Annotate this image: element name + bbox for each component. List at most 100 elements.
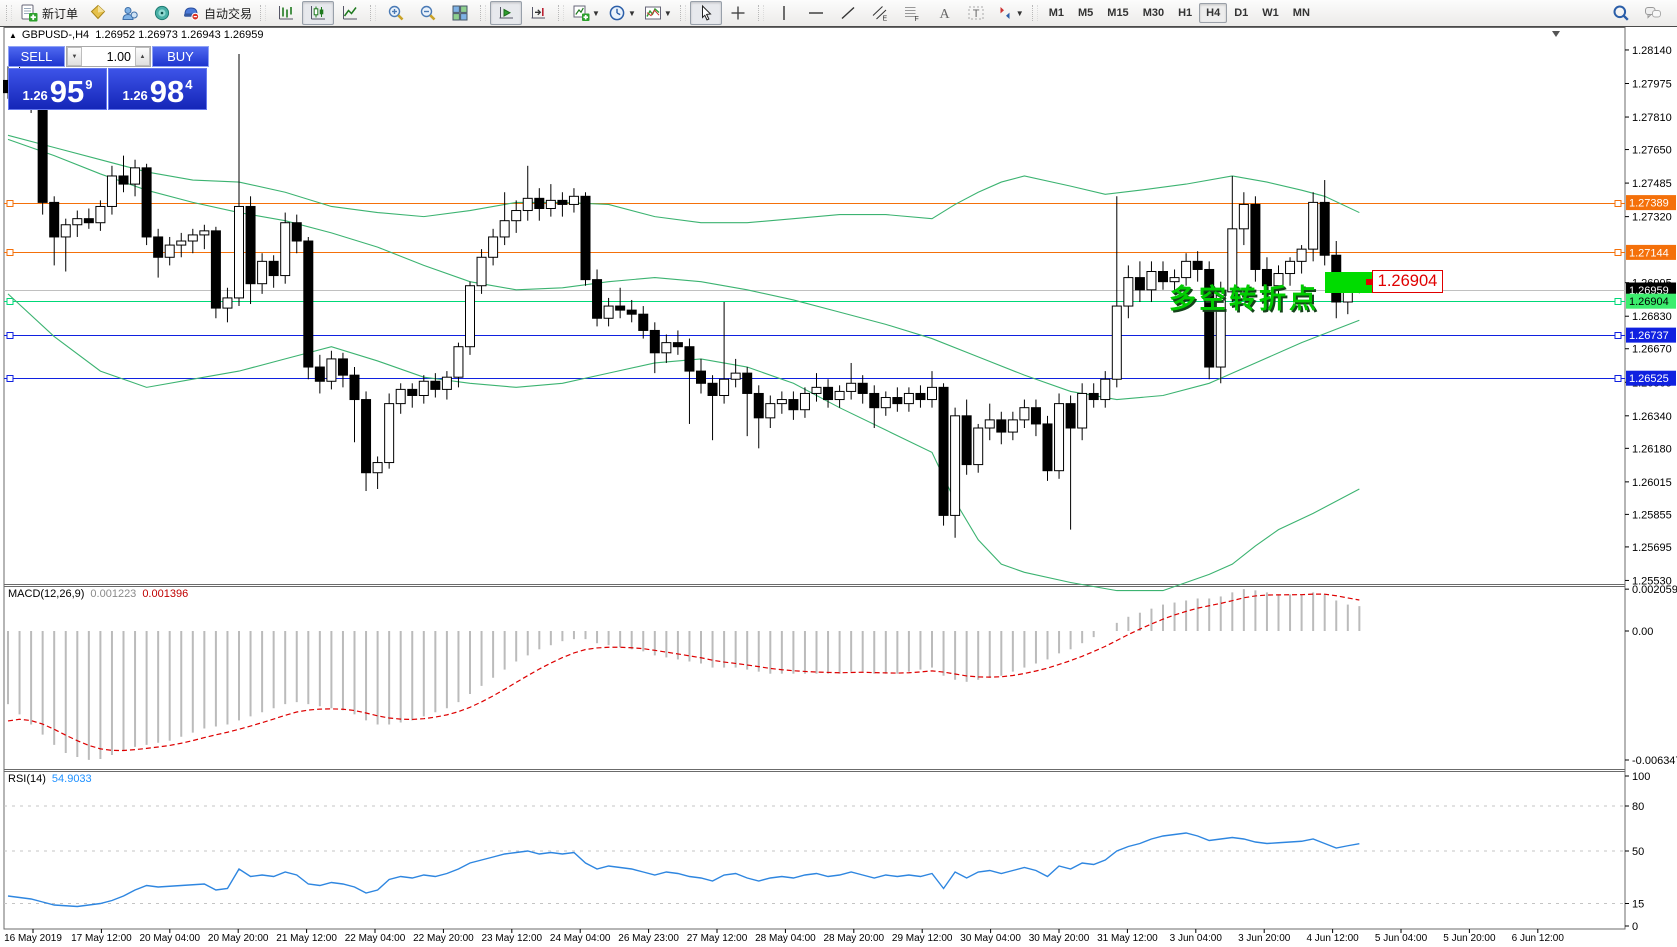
sell-price-pip: 9 [85, 77, 92, 92]
bar-chart-button[interactable] [270, 1, 302, 25]
timeframe-h4-button[interactable]: H4 [1199, 3, 1227, 23]
toolbar: 新订单 自动交易 ▼ ▼ ▼ E F AT ▼ M1M5M15M30H1H4D1W1MN [0, 0, 1677, 27]
community-button[interactable] [114, 1, 146, 25]
collapse-panel-icon[interactable]: ▲ [9, 31, 17, 40]
line-chart-button[interactable] [334, 1, 366, 25]
horizontal-line-button[interactable] [800, 1, 832, 25]
svg-text:31 May 12:00: 31 May 12:00 [1097, 933, 1158, 944]
vertical-line-button[interactable] [768, 1, 800, 25]
trendline-button[interactable] [832, 1, 864, 25]
time-axis: 16 May 201917 May 12:0020 May 04:0020 Ma… [4, 929, 1564, 944]
metaeditor-button[interactable] [82, 1, 114, 25]
market-icon [153, 4, 171, 22]
svg-text:20 May 04:00: 20 May 04:00 [139, 933, 200, 944]
timeframe-d1-button[interactable]: D1 [1227, 3, 1255, 23]
text-label-button[interactable]: T [960, 1, 992, 25]
search-button[interactable] [1605, 1, 1637, 25]
svg-text:80: 80 [1632, 801, 1644, 813]
buy-button[interactable]: BUY [152, 46, 209, 67]
timeframe-w1-button[interactable]: W1 [1255, 3, 1286, 23]
vertical-line-icon [775, 4, 793, 22]
svg-text:0: 0 [1632, 921, 1638, 933]
tile-windows-icon [451, 4, 469, 22]
dropdown-arrow-icon[interactable]: ▼ [628, 9, 636, 18]
svg-text:0.002059: 0.002059 [1632, 584, 1677, 596]
zoom-in-button[interactable] [380, 1, 412, 25]
panel-borders [4, 28, 1625, 930]
toolbar-grip[interactable] [370, 5, 376, 21]
svg-text:1.26830: 1.26830 [1632, 311, 1672, 323]
volume-down-button[interactable]: ▼ [67, 47, 82, 66]
trendline-icon [839, 4, 857, 22]
highlight-rectangle[interactable] [1325, 272, 1372, 293]
indicators-button[interactable]: ▼ [640, 1, 676, 25]
chart-canvas[interactable]: 1.281401.279751.278101.276501.274851.273… [0, 0, 1677, 947]
svg-text:1.26904: 1.26904 [1629, 296, 1669, 308]
chat-icon [1644, 4, 1662, 22]
price-tag-label[interactable]: 1.26904 [1372, 270, 1443, 293]
dropdown-arrow-icon[interactable]: ▼ [664, 9, 672, 18]
autoscroll-button[interactable] [490, 1, 522, 25]
candles [4, 54, 1364, 538]
new-order-icon [20, 4, 38, 22]
toolbar-grip[interactable] [260, 5, 266, 21]
periods-button[interactable]: ▼ [604, 1, 640, 25]
new-chart-button[interactable]: ▼ [568, 1, 604, 25]
toolbar-grip[interactable] [6, 5, 12, 21]
chat-button[interactable] [1637, 1, 1669, 25]
tile-windows-button[interactable] [444, 1, 476, 25]
toolbar-grip[interactable] [1032, 5, 1038, 21]
svg-text:23 May 12:00: 23 May 12:00 [481, 933, 542, 944]
svg-text:22 May 20:00: 22 May 20:00 [413, 933, 474, 944]
sell-button[interactable]: SELL [8, 46, 65, 67]
turning-point-annotation[interactable]: 多空转折点 [1169, 277, 1319, 316]
svg-text:5 Jun 20:00: 5 Jun 20:00 [1443, 933, 1496, 944]
macd-panel[interactable] [8, 589, 1359, 760]
cursor-button[interactable] [690, 1, 722, 25]
svg-text:1.25855: 1.25855 [1632, 509, 1672, 521]
svg-text:1.26525: 1.26525 [1629, 373, 1669, 385]
toolbar-grip[interactable] [480, 5, 486, 21]
crosshair-button[interactable] [722, 1, 754, 25]
equidistant-channel-button[interactable]: E [864, 1, 896, 25]
volume-up-button[interactable]: ▲ [135, 47, 150, 66]
toolbar-grip[interactable] [758, 5, 764, 21]
timeframe-h1-button[interactable]: H1 [1171, 3, 1199, 23]
zoom-in-icon [387, 4, 405, 22]
candlestick-chart-button[interactable] [302, 1, 334, 25]
sell-price[interactable]: 1.26 95 9 [8, 68, 107, 110]
timeframe-m30-button[interactable]: M30 [1136, 3, 1171, 23]
svg-text:3 Jun 04:00: 3 Jun 04:00 [1170, 933, 1223, 944]
timeframe-m15-button[interactable]: M15 [1100, 3, 1135, 23]
new-order-button[interactable]: 新订单 [16, 1, 82, 25]
mt4-window: 1.281401.279751.278101.276501.274851.273… [0, 0, 1677, 947]
timeframe-m5-button[interactable]: M5 [1071, 3, 1100, 23]
zoom-out-button[interactable] [412, 1, 444, 25]
zoom-out-icon [419, 4, 437, 22]
volume-value[interactable]: 1.00 [82, 47, 135, 66]
macd-signal-line [8, 594, 1359, 750]
toolbar-group-6: E F AT ▼ [754, 0, 1028, 26]
dropdown-arrow-icon[interactable]: ▼ [592, 9, 600, 18]
svg-text:21 May 12:00: 21 May 12:00 [276, 933, 337, 944]
fibonacci-icon: F [903, 4, 921, 22]
buy-price[interactable]: 1.26 98 4 [108, 68, 207, 110]
fibonacci-button[interactable]: F [896, 1, 928, 25]
rsi-panel[interactable] [4, 806, 1625, 907]
svg-text:22 May 04:00: 22 May 04:00 [345, 933, 406, 944]
dropdown-arrow-icon[interactable]: ▼ [1016, 9, 1024, 18]
arrows-button[interactable]: ▼ [992, 1, 1028, 25]
toolbar-grip[interactable] [558, 5, 564, 21]
autotrading-button[interactable]: 自动交易 [178, 1, 256, 25]
svg-text:F: F [914, 16, 918, 22]
market-button[interactable] [146, 1, 178, 25]
arrows-icon [996, 4, 1014, 22]
timeframe-m1-button[interactable]: M1 [1042, 3, 1071, 23]
toolbar-grip[interactable] [680, 5, 686, 21]
svg-text:4 Jun 12:00: 4 Jun 12:00 [1306, 933, 1359, 944]
timeframe-mn-button[interactable]: MN [1286, 3, 1317, 23]
text-button[interactable]: A [928, 1, 960, 25]
chart-shift-button[interactable] [522, 1, 554, 25]
rsi-value: 54.9033 [52, 773, 92, 785]
scroll-to-end-icon[interactable] [1552, 31, 1560, 37]
